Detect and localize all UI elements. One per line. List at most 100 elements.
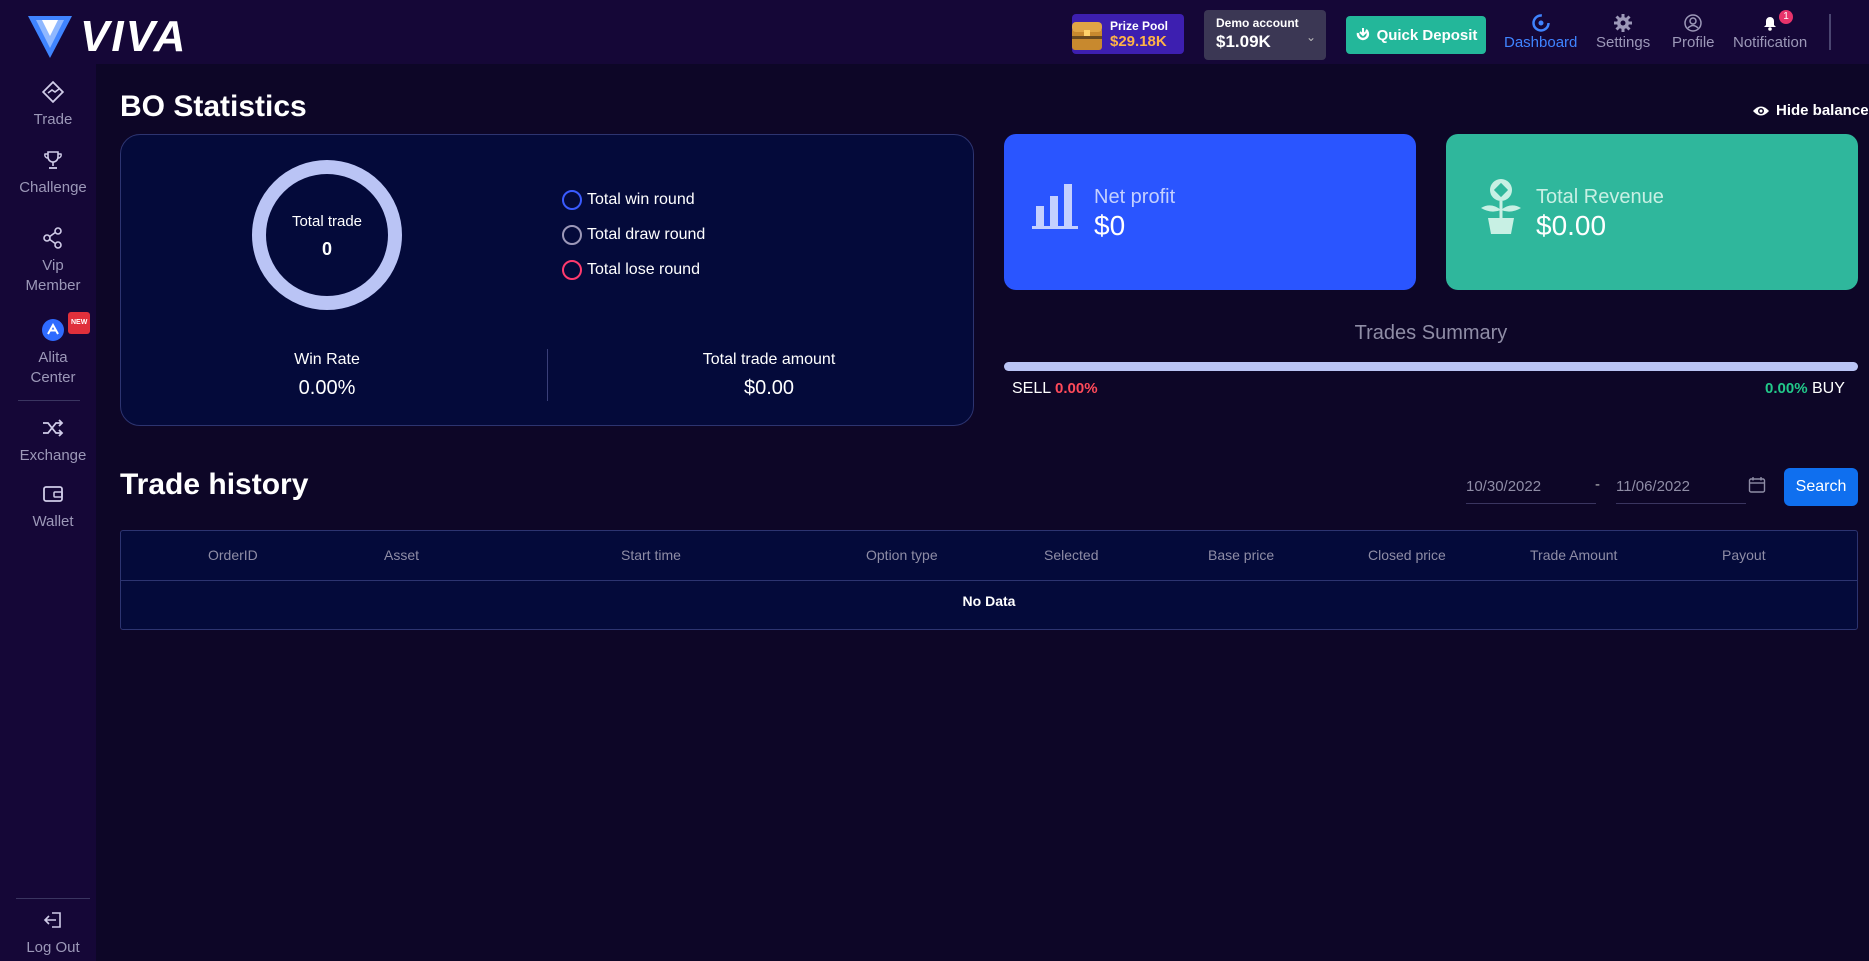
legend-draw: Total draw round [562, 225, 705, 245]
deposit-icon [1356, 28, 1369, 41]
nav-profile-label: Profile [1672, 34, 1715, 51]
sidebar-item-trade[interactable]: Trade [0, 78, 106, 130]
nav-settings[interactable]: Settings [1596, 12, 1650, 51]
viva-logo-icon [28, 16, 72, 58]
buy-summary: 0.00% BUY [1765, 380, 1845, 398]
sidebar-item-challenge[interactable]: Challenge [0, 146, 106, 198]
column-header[interactable]: OrderID [208, 547, 258, 563]
trades-summary-title: Trades Summary [1354, 322, 1508, 344]
total-trade-donut [252, 160, 402, 310]
lose-circle-icon [562, 260, 582, 280]
logout-button[interactable]: Log Out [0, 906, 106, 958]
column-header[interactable]: Closed price [1368, 547, 1446, 563]
prize-pool-amount: $29.18K [1110, 33, 1167, 50]
buy-percent: 0.00% [1765, 380, 1808, 397]
trade-icon [42, 78, 64, 106]
plant-coin-icon [1481, 179, 1521, 234]
empty-state-text: No Data [962, 593, 1016, 609]
sidebar-item-label: Trade [33, 111, 73, 128]
column-header[interactable]: Asset [384, 547, 419, 563]
column-header[interactable]: Base price [1208, 547, 1274, 563]
sidebar-item-label: Alita Center [30, 349, 76, 386]
nav-settings-label: Settings [1596, 34, 1651, 51]
column-header[interactable]: Start time [621, 547, 681, 563]
legend-lose-label: Total lose round [587, 261, 700, 278]
trade-history-title: Trade history [120, 468, 309, 501]
sell-label: SELL [1012, 380, 1051, 397]
chevron-down-icon: ⌄ [1305, 30, 1316, 44]
sidebar-item-label: Exchange [19, 447, 87, 464]
logo-text: VIVA [80, 12, 188, 61]
trades-summary-bar [1004, 362, 1858, 371]
net-profit-label: Net profit [1094, 186, 1176, 208]
viva-logo[interactable]: VIVA [28, 12, 187, 62]
legend-win-label: Total win round [587, 191, 695, 208]
nav-notification[interactable]: 1 Notification [1733, 10, 1808, 51]
sell-summary: SELL 0.00% [1012, 380, 1098, 398]
legend-lose: Total lose round [562, 260, 700, 280]
sidebar-item-wallet[interactable]: Wallet [0, 480, 106, 532]
bo-statistics-card: Total trade 0 Total win round Total draw… [120, 134, 974, 426]
account-balance: $1.09K [1216, 32, 1271, 51]
eye-icon [1753, 106, 1769, 115]
nav-notification-label: Notification [1733, 34, 1808, 51]
sidebar-item-label: Wallet [32, 513, 74, 530]
column-header[interactable]: Payout [1722, 547, 1766, 563]
wallet-icon [42, 480, 64, 508]
total-revenue-label: Total Revenue [1536, 186, 1664, 208]
sidebar: Trade Challenge Vip Member NEW Alita Cen… [0, 64, 96, 961]
nav-dashboard[interactable]: Dashboard [1504, 12, 1577, 51]
bell-icon [1760, 12, 1780, 34]
win-rate-label: Win Rate [294, 351, 360, 368]
win-rate-value: 0.00% [298, 377, 356, 399]
gear-icon [1613, 12, 1633, 34]
win-circle-icon [562, 190, 582, 210]
table-header: OrderID Asset Start time Option type Sel… [121, 531, 1857, 581]
date-to-input[interactable] [1616, 470, 1746, 504]
prize-pool-button[interactable]: Prize Pool $29.18K [1072, 14, 1184, 54]
column-header[interactable]: Trade Amount [1530, 547, 1617, 563]
sidebar-item-vip-member[interactable]: Vip Member [0, 224, 106, 296]
legend-win: Total win round [562, 190, 695, 210]
calendar-icon[interactable] [1748, 476, 1766, 494]
draw-circle-icon [562, 225, 582, 245]
donut-value: 0 [321, 239, 332, 259]
account-type-label: Demo account [1216, 16, 1299, 30]
user-icon [1683, 12, 1703, 34]
column-header[interactable]: Selected [1044, 547, 1098, 563]
trophy-icon [42, 146, 64, 174]
date-separator: - [1595, 476, 1600, 493]
stats-divider [547, 349, 548, 401]
account-selector[interactable]: Demo account $1.09K ⌄ [1204, 10, 1326, 60]
total-revenue-card: Total Revenue $0.00 [1446, 134, 1858, 290]
column-header[interactable]: Option type [866, 547, 938, 563]
sidebar-divider-bottom [16, 898, 90, 899]
nav-profile[interactable]: Profile [1672, 12, 1715, 51]
sidebar-divider [18, 400, 80, 401]
dashboard-icon [1531, 12, 1551, 34]
sidebar-item-exchange[interactable]: Exchange [0, 414, 106, 466]
sidebar-item-alita-center[interactable]: NEW Alita Center [0, 312, 106, 388]
net-profit-card: Net profit $0 [1004, 134, 1416, 290]
trade-history-table: OrderID Asset Start time Option type Sel… [120, 530, 1858, 630]
sidebar-item-label: Challenge [19, 179, 87, 196]
donut-label: Total trade [291, 213, 363, 230]
top-header: VIVA Prize Pool $29.18K Demo account $1.… [0, 0, 1869, 64]
sell-percent: 0.00% [1055, 380, 1098, 397]
total-revenue-value: $0.00 [1536, 210, 1607, 241]
hide-balance-button[interactable]: Hide balance [1752, 102, 1869, 119]
buy-label: BUY [1812, 380, 1845, 397]
search-button[interactable]: Search [1784, 468, 1858, 506]
page-title: BO Statistics [120, 90, 307, 123]
treasure-chest-icon [1072, 22, 1102, 50]
legend-draw-label: Total draw round [587, 226, 706, 243]
header-divider [1829, 14, 1831, 50]
trade-amount-value: $0.00 [743, 377, 795, 399]
quick-deposit-button[interactable]: Quick Deposit [1346, 16, 1486, 54]
share-icon [41, 224, 65, 252]
net-profit-value: $0 [1094, 210, 1126, 241]
date-from-input[interactable] [1466, 470, 1596, 504]
nav-dashboard-label: Dashboard [1504, 34, 1578, 51]
new-badge: NEW [68, 312, 91, 334]
logout-icon [43, 906, 63, 934]
